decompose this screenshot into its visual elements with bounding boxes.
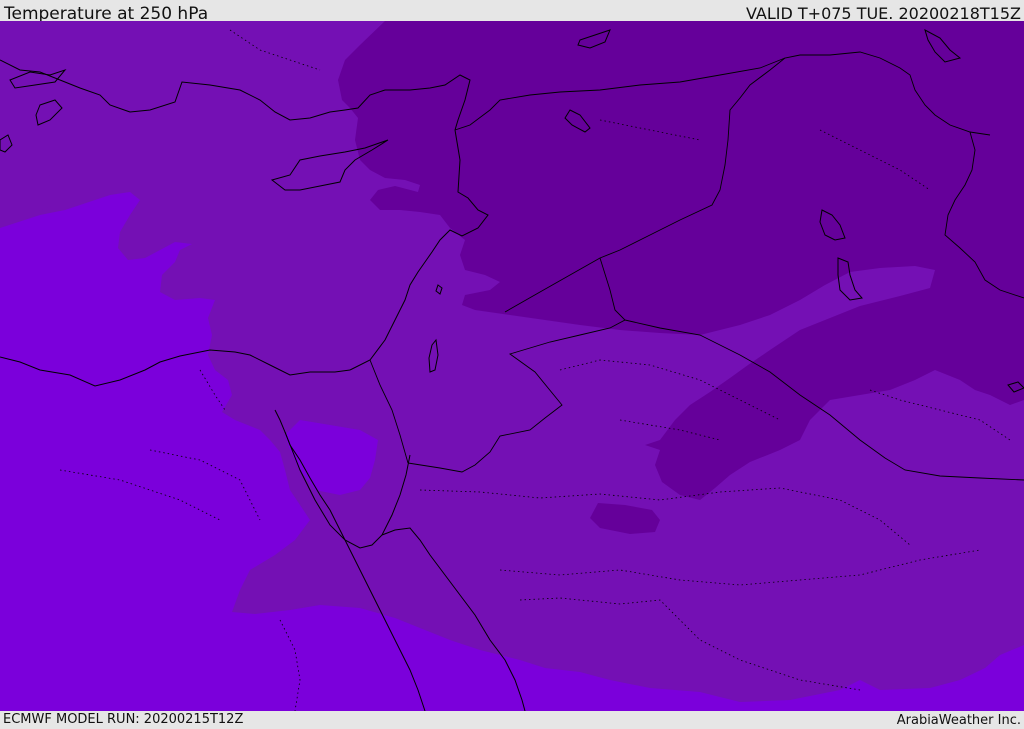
- temperature-map: [0, 21, 1024, 711]
- credit-label: ArabiaWeather Inc.: [896, 713, 1021, 728]
- footer-bar: ECMWF MODEL RUN: 20200215T12Z ArabiaWeat…: [0, 711, 1024, 729]
- model-run-label: ECMWF MODEL RUN: 20200215T12Z: [3, 712, 244, 727]
- header-bar: Temperature at 250 hPa VALID T+075 TUE. …: [0, 0, 1024, 24]
- weather-map-page: Temperature at 250 hPa VALID T+075 TUE. …: [0, 0, 1024, 729]
